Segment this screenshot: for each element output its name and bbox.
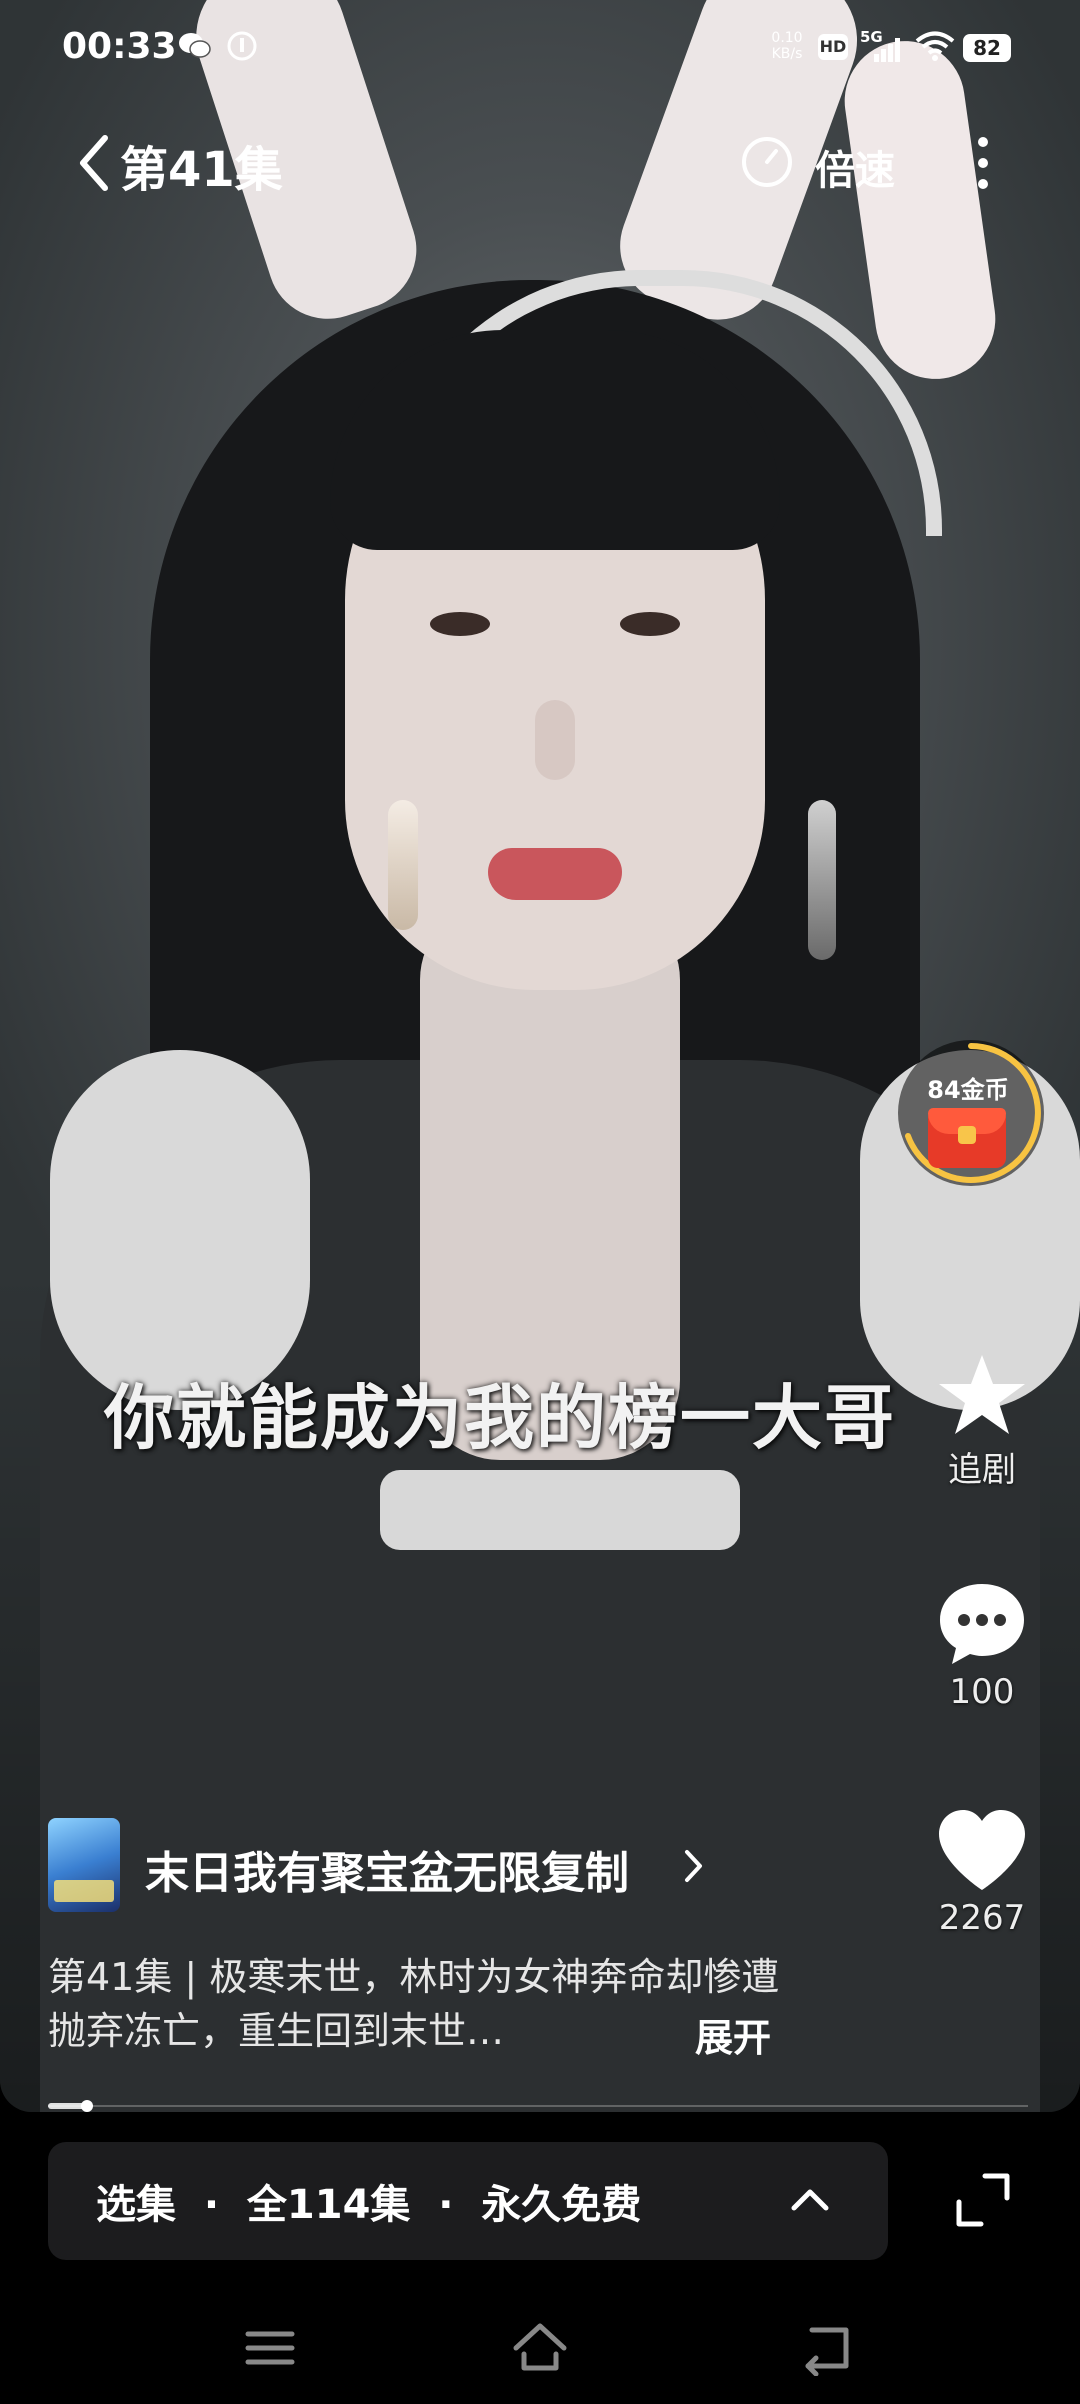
select-episodes-label: 选集 (96, 2182, 176, 2228)
video-progress-bar[interactable] (48, 2100, 1028, 2112)
status-time: 00:33 (62, 26, 177, 67)
comment-icon (940, 1584, 1024, 1664)
chevron-up-icon (791, 2189, 829, 2211)
separator-dot: · (203, 2182, 220, 2228)
fullscreen-icon[interactable] (955, 2172, 1011, 2228)
follow-label: 追剧 (948, 1450, 1016, 1490)
coin-reward-widget[interactable]: 84金币 (898, 1040, 1044, 1200)
back-button[interactable] (75, 128, 115, 198)
earring-left (388, 800, 418, 930)
app-notification-icon (227, 31, 257, 61)
progress-track (48, 2105, 1028, 2107)
net-speed-value: 0.10 (771, 30, 803, 46)
system-navigation-bar (0, 2290, 1080, 2404)
nose (535, 700, 575, 780)
comment-count: 100 (949, 1672, 1015, 1712)
episode-title: 第41集 (120, 142, 283, 198)
hd-icon: HD (818, 34, 848, 60)
signal-icon: 5G (860, 28, 906, 64)
lips (488, 848, 622, 900)
episode-selector-bar[interactable]: 选集 · 全114集 · 永久免费 (48, 2142, 888, 2260)
battery-icon: 82 (963, 34, 1011, 62)
chevron-right-icon (685, 1850, 702, 1882)
episode-selector-text: 选集 · 全114集 · 永久免费 (96, 2172, 641, 2230)
dress-collar (380, 1470, 740, 1550)
menu-icon[interactable] (242, 2320, 298, 2376)
wifi-icon (915, 31, 955, 61)
reward-coin-label: 84金币 (927, 1076, 1009, 1104)
star-icon (939, 1355, 1025, 1434)
battery-level: 82 (973, 36, 1001, 60)
expand-description-button[interactable]: 展开 (695, 2007, 771, 2062)
more-options-icon[interactable] (968, 130, 998, 196)
eye-left (430, 612, 490, 636)
hd-label: HD (819, 37, 847, 56)
wechat-icon (179, 33, 211, 58)
home-icon[interactable] (512, 2320, 568, 2376)
like-button[interactable]: 2267 (912, 1806, 1052, 1938)
drama-cover-thumbnail[interactable] (48, 1818, 120, 1912)
like-count: 2267 (938, 1898, 1026, 1938)
net-speed-unit: KB/s (771, 46, 803, 62)
app-screen: 00:33 0.10 KB/s HD 5G 82 第41集 倍速 你就能成为我的… (0, 0, 1080, 2404)
playback-speed-button[interactable]: 倍速 (815, 138, 895, 196)
episode-description: 第41集 | 极寒末世，林时为女神奔命却惨遭抛弃冻亡，重生回到末世… (48, 1955, 780, 2053)
dress-sleeve-left (50, 1050, 310, 1410)
comment-button[interactable]: 100 (912, 1578, 1052, 1712)
timer-icon[interactable] (740, 135, 794, 189)
heart-icon (939, 1810, 1025, 1890)
free-label: 永久免费 (481, 2182, 642, 2228)
network-speed: 0.10 KB/s (765, 30, 809, 62)
back-nav-icon[interactable] (798, 2320, 854, 2376)
status-bar: 00:33 0.10 KB/s HD 5G 82 (0, 0, 1080, 96)
separator-dot: · (438, 2182, 454, 2228)
earring-right (808, 800, 836, 960)
eye-right (620, 612, 680, 636)
follow-drama-button[interactable]: 追剧 (912, 1352, 1052, 1491)
drama-name-link[interactable]: 末日我有聚宝盆无限复制 (145, 1837, 629, 1901)
total-episodes-label: 全114集 (246, 2182, 411, 2228)
